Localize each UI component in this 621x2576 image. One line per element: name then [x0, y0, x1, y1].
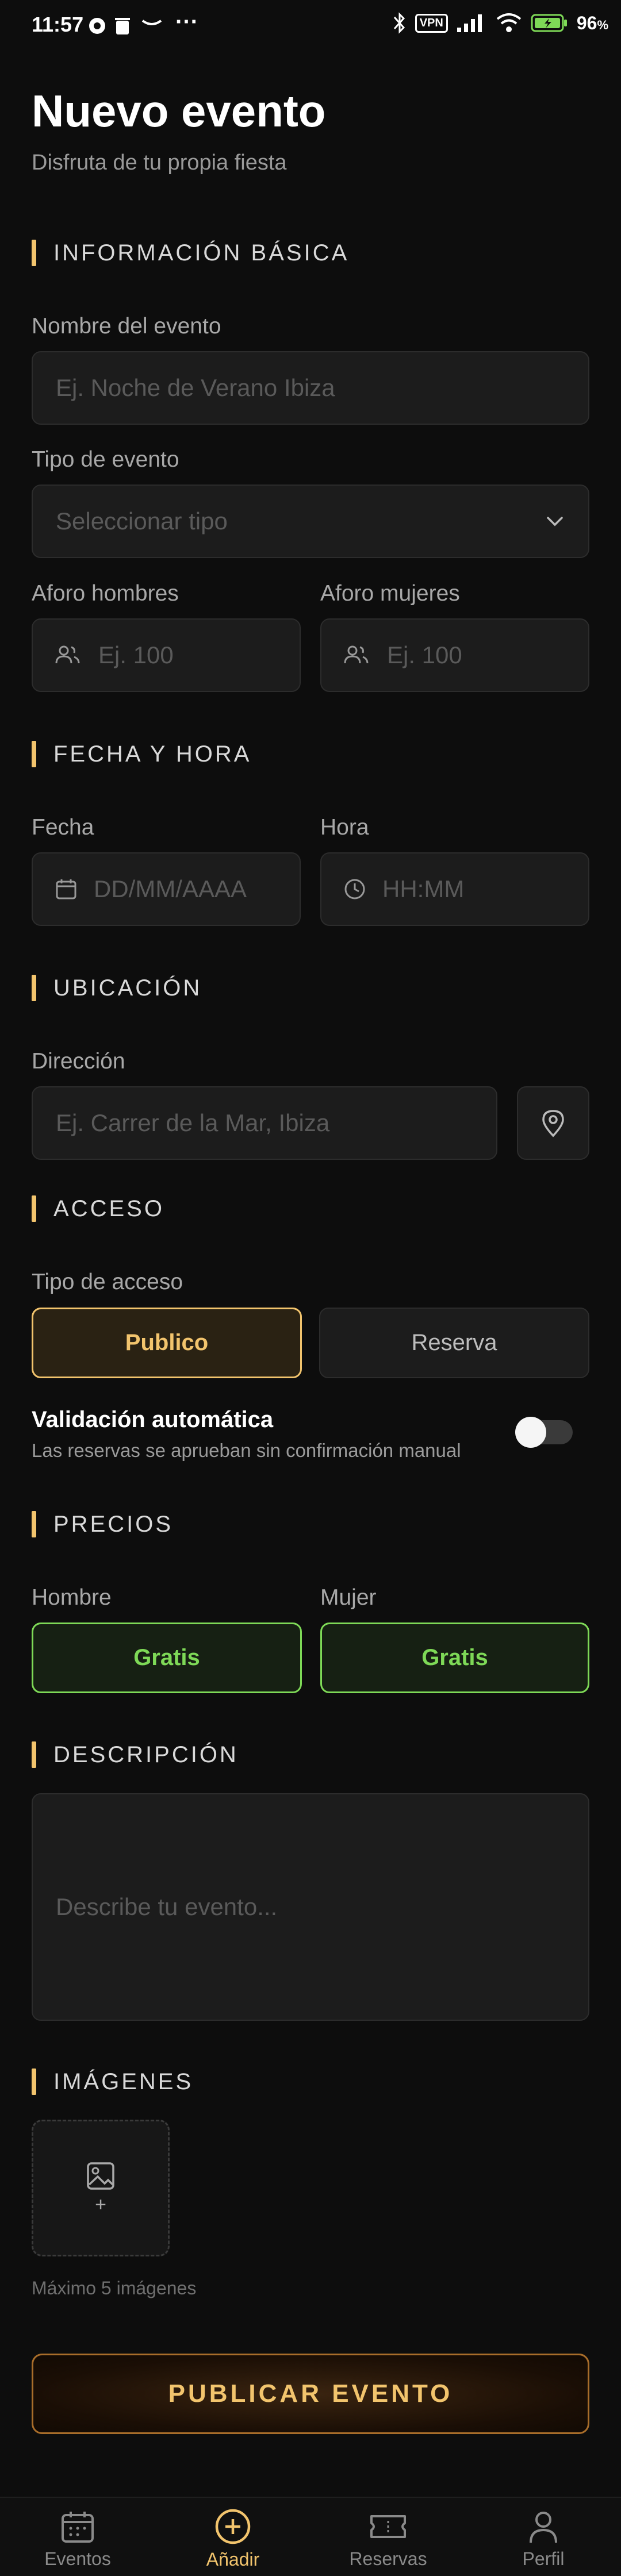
- event-name-placeholder: Ej. Noche de Verano Ibiza: [56, 374, 335, 401]
- price-men-label: Hombre: [32, 1585, 112, 1610]
- plus-circle-icon: [215, 2509, 251, 2544]
- price-men-button[interactable]: Gratis: [32, 1623, 302, 1693]
- nav-label: Eventos: [44, 2548, 111, 2569]
- users-icon: [344, 645, 369, 664]
- date-placeholder: DD/MM/AAAA: [94, 875, 247, 902]
- nav-item-perfil[interactable]: Perfil: [466, 2498, 621, 2576]
- section-accent-bar: [32, 240, 36, 266]
- section-accent-bar: [32, 1511, 36, 1537]
- publish-event-button[interactable]: PUBLICAR EVENTO: [32, 2354, 589, 2434]
- section-title: ACCESO: [53, 1195, 164, 1221]
- time-input[interactable]: HH:MM: [320, 852, 589, 926]
- section-accent-bar: [32, 975, 36, 1001]
- section-header-prices: PRECIOS: [32, 1510, 173, 1539]
- battery-percent: 96%: [576, 12, 608, 33]
- trash-notification-icon: [115, 18, 130, 34]
- access-type-label: Tipo de acceso: [32, 1270, 183, 1294]
- nav-item-anadir[interactable]: Añadir: [155, 2498, 310, 2576]
- section-header-access: ACCESO: [32, 1194, 164, 1223]
- section-header-description: DESCRIPCIÓN: [32, 1740, 239, 1769]
- nav-label: Añadir: [206, 2549, 260, 2570]
- images-limit-hint: Máximo 5 imágenes: [32, 2278, 197, 2298]
- image-icon: [87, 2162, 114, 2190]
- add-image-button[interactable]: +: [32, 2120, 170, 2256]
- address-label: Dirección: [32, 1049, 125, 1074]
- description-placeholder: Describe tu evento...: [56, 1893, 278, 1920]
- capacity-men-placeholder: Ej. 100: [98, 641, 174, 668]
- status-right: VPN 96%: [392, 11, 608, 34]
- location-pin-button[interactable]: [517, 1086, 589, 1160]
- price-women-button[interactable]: Gratis: [320, 1623, 589, 1693]
- price-women-label: Mujer: [320, 1585, 377, 1610]
- clock-icon: [344, 879, 365, 899]
- bluetooth-icon: [393, 12, 405, 34]
- capacity-men-input[interactable]: Ej. 100: [32, 618, 301, 692]
- bottom-nav: Eventos Añadir Reservas Perfil: [0, 2497, 621, 2576]
- address-input[interactable]: Ej. Carrer de la Mar, Ibiza: [32, 1086, 497, 1160]
- section-title: IMÁGENES: [53, 2069, 194, 2094]
- capacity-men-label: Aforo hombres: [32, 581, 179, 606]
- section-accent-bar: [32, 2069, 36, 2095]
- event-name-input[interactable]: Ej. Noche de Verano Ibiza: [32, 351, 589, 425]
- event-type-label: Tipo de evento: [32, 447, 179, 472]
- battery-icon: [531, 14, 567, 32]
- section-header-datetime: FECHA Y HORA: [32, 740, 251, 768]
- event-type-placeholder: Seleccionar tipo: [56, 507, 228, 535]
- page-title: Nuevo evento: [32, 86, 326, 136]
- notification-app-icon: [89, 18, 105, 34]
- nav-item-eventos[interactable]: Eventos: [0, 2498, 155, 2576]
- description-textarea[interactable]: Describe tu evento...: [32, 1793, 589, 2021]
- more-notifications: ···: [175, 9, 198, 34]
- page-subtitle: Disfruta de tu propia fiesta: [32, 151, 287, 175]
- auto-validation-hint: Las reservas se aprueban sin confirmació…: [32, 1440, 461, 1461]
- capacity-women-placeholder: Ej. 100: [387, 641, 462, 668]
- section-title: INFORMACIÓN BÁSICA: [53, 240, 350, 266]
- time-label: Hora: [320, 815, 369, 840]
- capacity-women-label: Aforo mujeres: [320, 581, 460, 606]
- users-icon: [55, 645, 80, 664]
- add-image-plus: +: [95, 2193, 106, 2216]
- calendar-icon: [56, 879, 76, 899]
- date-label: Fecha: [32, 815, 94, 840]
- map-pin-icon: [542, 1110, 564, 1137]
- section-accent-bar: [32, 741, 36, 767]
- section-header-location: UBICACIÓN: [32, 974, 202, 1002]
- section-title: PRECIOS: [53, 1511, 174, 1537]
- section-title: UBICACIÓN: [53, 975, 202, 1001]
- event-name-label: Nombre del evento: [32, 314, 221, 339]
- time-placeholder: HH:MM: [382, 875, 465, 902]
- nav-label: Perfil: [522, 2548, 565, 2569]
- wifi-icon: [496, 13, 522, 32]
- status-time: 11:57: [32, 13, 84, 36]
- amazon-notification-icon: [141, 20, 162, 25]
- nav-label: Reservas: [349, 2548, 427, 2569]
- date-input[interactable]: DD/MM/AAAA: [32, 852, 301, 926]
- user-icon: [530, 2512, 557, 2543]
- vpn-badge: VPN: [415, 13, 448, 33]
- toggle-knob: [515, 1417, 546, 1448]
- section-title: FECHA Y HORA: [53, 741, 252, 767]
- section-accent-bar: [32, 1195, 36, 1222]
- status-bar: 11:57 ··· VPN 96%: [0, 0, 621, 53]
- access-public-option[interactable]: Publico: [32, 1308, 302, 1378]
- nav-item-reservas[interactable]: Reservas: [310, 2498, 466, 2576]
- chevron-down-icon: [547, 517, 563, 526]
- capacity-women-input[interactable]: Ej. 100: [320, 618, 589, 692]
- calendar-icon: [62, 2512, 94, 2543]
- auto-validation-label: Validación automática: [32, 1407, 274, 1432]
- event-type-select[interactable]: Seleccionar tipo: [32, 485, 589, 558]
- section-header-basic-info: INFORMACIÓN BÁSICA: [32, 239, 349, 267]
- ticket-icon: [370, 2515, 406, 2538]
- signal-icon: [457, 14, 482, 32]
- auto-validation-toggle[interactable]: [515, 1417, 573, 1448]
- address-placeholder: Ej. Carrer de la Mar, Ibiza: [56, 1109, 330, 1136]
- access-reservation-option[interactable]: Reserva: [319, 1308, 589, 1378]
- section-header-images: IMÁGENES: [32, 2067, 193, 2096]
- section-accent-bar: [32, 1741, 36, 1768]
- section-title: DESCRIPCIÓN: [53, 1741, 239, 1767]
